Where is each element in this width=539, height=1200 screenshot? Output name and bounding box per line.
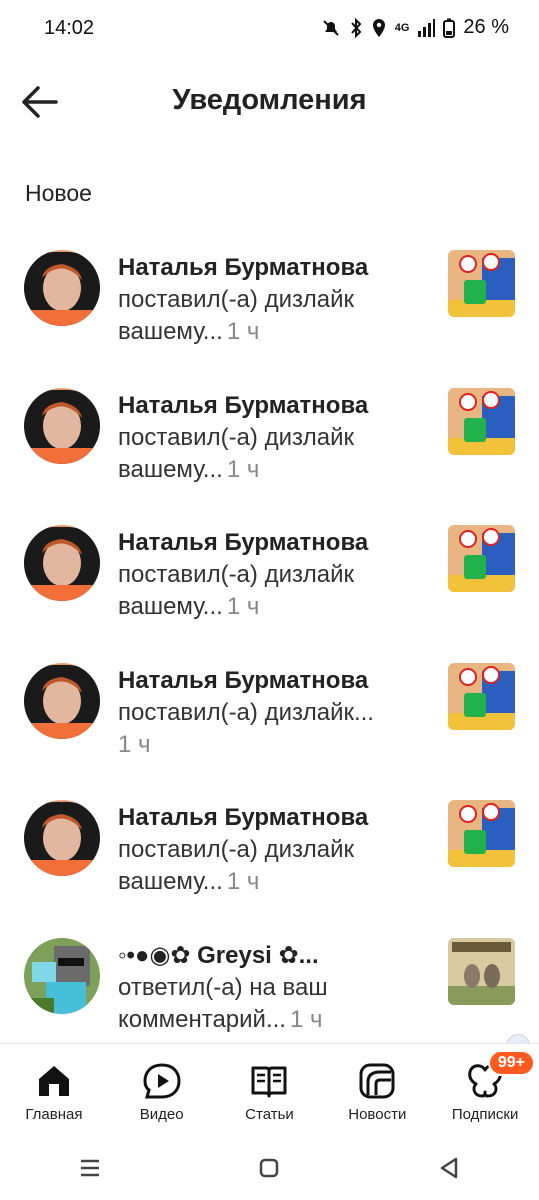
- notification-item[interactable]: Наталья Бурматнова поставил(-а) дизлайк …: [0, 240, 539, 378]
- notification-text: Наталья Бурматнова поставил(-а) дизлайк …: [118, 802, 428, 898]
- nav-label: Статьи: [245, 1106, 294, 1123]
- home-system-button[interactable]: [239, 1148, 299, 1188]
- back-system-button[interactable]: [419, 1148, 479, 1188]
- notification-item[interactable]: Наталья Бурматнова поставил(-а) дизлайк …: [0, 515, 539, 653]
- notification-author[interactable]: Наталья Бурматнова: [118, 665, 428, 697]
- bluetooth-icon: [350, 17, 362, 38]
- nav-item-video[interactable]: Видео: [108, 1044, 216, 1136]
- notification-item[interactable]: Наталья Бурматнова поставил(-а) дизлайк.…: [0, 653, 539, 791]
- content-thumbnail[interactable]: [448, 800, 515, 867]
- notification-time: 1 ч: [118, 730, 151, 758]
- notification-author[interactable]: Наталья Бурматнова: [118, 390, 428, 422]
- notification-list: Наталья Бурматнова поставил(-а) дизлайк …: [0, 240, 539, 1065]
- notification-time: 1 ч: [226, 455, 260, 483]
- articles-icon: [251, 1066, 287, 1098]
- notification-author[interactable]: Наталья Бурматнова: [118, 802, 428, 834]
- notification-text: ◦•●◉✿ Greysi ✿... ответил(-а) на ваш ком…: [118, 940, 428, 1036]
- avatar[interactable]: [24, 250, 100, 326]
- notification-item[interactable]: Наталья Бурматнова поставил(-а) дизлайк …: [0, 790, 539, 928]
- notification-text: Наталья Бурматнова поставил(-а) дизлайк.…: [118, 665, 428, 761]
- status-time: 14:02: [44, 17, 95, 39]
- nav-item-home[interactable]: Главная: [0, 1044, 108, 1136]
- nav-item-articles[interactable]: Статьи: [216, 1044, 324, 1136]
- notification-text: Наталья Бурматнова поставил(-а) дизлайк …: [118, 527, 428, 623]
- battery-icon: [443, 18, 456, 38]
- video-icon: [143, 1063, 181, 1099]
- content-thumbnail[interactable]: [448, 525, 515, 592]
- system-nav: [0, 1135, 539, 1200]
- notification-time: 1 ч: [289, 1005, 323, 1033]
- nav-label: Подписки: [451, 1106, 519, 1123]
- bottom-nav: Главная Видео Статьи Новости Подписки 99…: [0, 1043, 539, 1136]
- mute-icon: [323, 19, 339, 36]
- page-title: Уведомления: [172, 84, 367, 116]
- nav-label: Новости: [348, 1106, 407, 1123]
- signal-icon: [418, 18, 436, 37]
- status-icons: 4G 26 %: [321, 16, 509, 39]
- avatar[interactable]: [24, 662, 100, 739]
- notification-author[interactable]: Наталья Бурматнова: [118, 527, 428, 559]
- avatar[interactable]: [24, 937, 100, 1014]
- content-thumbnail[interactable]: [448, 250, 515, 317]
- battery-level: 26 %: [463, 16, 509, 38]
- notification-time: 1 ч: [226, 318, 260, 345]
- notification-action: поставил(-а) дизлайк...: [118, 698, 374, 726]
- notification-time: 1 ч: [226, 868, 260, 895]
- notification-time: 1 ч: [226, 593, 260, 620]
- content-thumbnail[interactable]: [448, 387, 515, 455]
- square-icon: [260, 1158, 279, 1177]
- content-thumbnail[interactable]: [448, 937, 515, 1005]
- notification-item[interactable]: Наталья Бурматнова поставил(-а) дизлайк …: [0, 378, 539, 516]
- notification-author[interactable]: ◦•●◉✿ Greysi ✿...: [118, 940, 428, 972]
- status-bar: 14:02 4G 26 %: [0, 0, 539, 60]
- notification-author[interactable]: Наталья Бурматнова: [118, 252, 428, 284]
- nav-label: Главная: [25, 1106, 83, 1123]
- menu-icon: [80, 1159, 99, 1176]
- section-title: Новое: [25, 180, 92, 206]
- network-type: 4G: [394, 21, 410, 34]
- location-icon: [372, 18, 385, 37]
- home-icon: [38, 1066, 69, 1096]
- notification-text: Наталья Бурматнова поставил(-а) дизлайк …: [118, 390, 428, 486]
- nav-item-news[interactable]: Новости: [323, 1044, 431, 1136]
- nav-item-subscriptions[interactable]: Подписки 99+: [431, 1044, 539, 1136]
- news-icon: [359, 1063, 395, 1099]
- notification-badge: 99+: [487, 1050, 535, 1076]
- nav-label: Видео: [139, 1106, 184, 1123]
- header: Уведомления: [0, 70, 539, 134]
- triangle-back-icon: [440, 1157, 458, 1178]
- avatar[interactable]: [24, 387, 100, 464]
- recent-apps-button[interactable]: [60, 1148, 120, 1188]
- notification-text: Наталья Бурматнова поставил(-а) дизлайк …: [118, 252, 428, 348]
- content-thumbnail[interactable]: [448, 662, 515, 730]
- avatar[interactable]: [24, 525, 100, 601]
- avatar[interactable]: [24, 800, 100, 876]
